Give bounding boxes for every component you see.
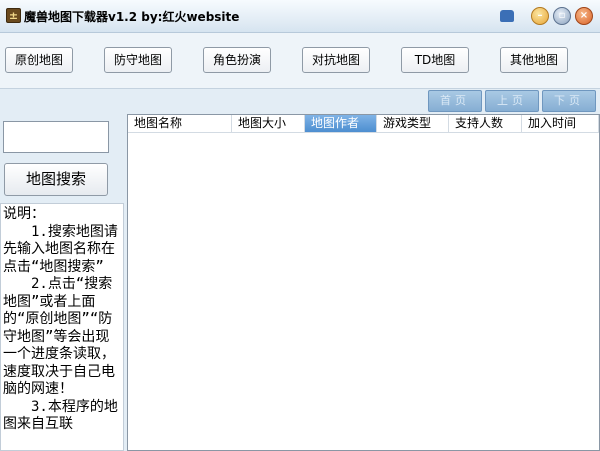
prev-page-button[interactable]: 上页 <box>485 90 539 112</box>
category-button-original[interactable]: 原创地图 <box>5 47 73 73</box>
column-header-players[interactable]: 支持人数 <box>449 115 522 132</box>
column-header-added-time[interactable]: 加入时间 <box>522 115 599 132</box>
category-button-other[interactable]: 其他地图 <box>500 47 568 73</box>
instructions-step-2: 2.点击“搜索地图”或者上面的“原创地图”“防守地图”等会出现一个进度条读取，速… <box>3 276 115 397</box>
table-header: 地图名称 地图大小 地图作者 游戏类型 支持人数 加入时间 <box>128 115 599 133</box>
category-button-defense[interactable]: 防守地图 <box>104 47 172 73</box>
instructions-step-3: 3.本程序的地图来自互联 <box>3 398 118 433</box>
close-icon: × <box>579 10 589 21</box>
category-toolbar: 原创地图 防守地图 角色扮演 对抗地图 TD地图 其他地图 <box>0 33 600 89</box>
minimize-button[interactable]: – <box>531 7 549 25</box>
minimize-icon: – <box>537 10 543 21</box>
category-button-rpg[interactable]: 角色扮演 <box>203 47 271 73</box>
close-button[interactable]: × <box>575 7 593 25</box>
category-button-td[interactable]: TD地图 <box>401 47 469 73</box>
column-header-map-name[interactable]: 地图名称 <box>128 115 232 132</box>
search-input[interactable] <box>3 121 109 153</box>
maximize-icon: ▫ <box>558 10 566 21</box>
map-search-button[interactable]: 地图搜索 <box>4 163 108 196</box>
instructions-step-1: 1.搜索地图请先输入地图名称在点击“地图搜索” <box>3 223 118 275</box>
shirt-icon <box>500 10 514 22</box>
next-page-button[interactable]: 下页 <box>542 90 596 112</box>
maximize-button[interactable]: ▫ <box>553 7 571 25</box>
first-page-button[interactable]: 首页 <box>428 90 482 112</box>
app-icon: ± <box>6 8 21 23</box>
instructions-heading: 说明： <box>3 206 45 222</box>
column-header-map-author[interactable]: 地图作者 <box>305 115 377 132</box>
skin-icon[interactable] <box>498 7 516 25</box>
column-header-game-type[interactable]: 游戏类型 <box>377 115 449 132</box>
category-button-versus[interactable]: 对抗地图 <box>302 47 370 73</box>
instructions-panel[interactable]: 说明： 1.搜索地图请先输入地图名称在点击“地图搜索” 2.点击“搜索地图”或者… <box>0 203 124 451</box>
column-header-map-size[interactable]: 地图大小 <box>232 115 305 132</box>
map-list-table[interactable]: 地图名称 地图大小 地图作者 游戏类型 支持人数 加入时间 <box>127 114 600 451</box>
title-bar[interactable]: ± 魔兽地图下载器v1.2 by:红火website – ▫ × <box>0 0 600 33</box>
window-title: 魔兽地图下载器v1.2 by:红火website <box>24 10 240 24</box>
